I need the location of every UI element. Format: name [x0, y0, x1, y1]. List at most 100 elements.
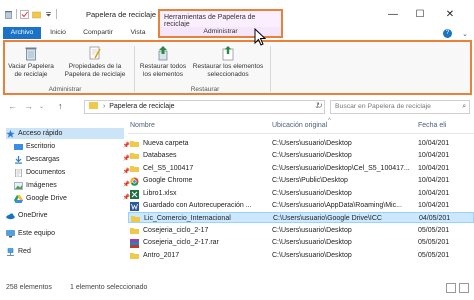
nav-item-documentos[interactable]: Documentos 📌 — [14, 167, 132, 178]
properties-check-icon[interactable] — [20, 9, 29, 19]
restore-all-button[interactable]: Restaurar todos los elementos — [137, 45, 189, 78]
tab-archivo[interactable]: Archivo — [3, 27, 41, 39]
back-arrow-icon[interactable]: ← — [8, 101, 17, 111]
selection-count: 1 elemento seleccionado — [70, 284, 148, 291]
breadcrumb[interactable]: Papelera de reciclaje — [109, 103, 174, 110]
nav-item-imagenes[interactable]: Imágenes 📌 — [14, 180, 132, 191]
nav-item-descargas[interactable]: Descargas 📌 — [14, 154, 132, 165]
file-location: C:\Users\usuario\Google Drive\ICC — [273, 215, 382, 223]
file-row[interactable]: Libro1.xlsx C:\Users\usuario\Desktop 10/04… — [128, 188, 474, 199]
group-label-restaurar: Restaurar — [190, 86, 220, 93]
header-divider — [128, 133, 474, 134]
expand-ribbon-chevron-icon[interactable]: ⌄ — [462, 30, 468, 38]
close-button[interactable]: ✕ — [443, 9, 457, 20]
column-header-name[interactable]: Nombre — [130, 120, 155, 132]
empty-recycle-bin-button[interactable]: Vaciar Papelera de reciclaje — [7, 45, 55, 78]
tab-compartir[interactable]: Compartir — [77, 27, 119, 39]
nav-item-escritorio[interactable]: Escritorio 📌 — [14, 141, 132, 152]
star-icon — [6, 129, 15, 138]
restore-selected-label: Restaurar los elementos seleccionados — [192, 63, 264, 78]
file-name: Nueva carpeta — [143, 140, 189, 147]
folder-icon — [130, 152, 139, 160]
file-date: 10/04/201 — [418, 140, 450, 147]
file-row[interactable]: Google Chrome C:\Users\Public\Desktop 10/0… — [128, 175, 474, 186]
file-row[interactable]: Cosejeria_ciclo_2-17.rar C:\Users\usuario… — [128, 237, 474, 249]
maximize-button[interactable]: ☐ — [413, 9, 427, 20]
qat-separator-2 — [56, 9, 57, 19]
folder-icon — [130, 227, 139, 234]
ribbon-group-separator — [134, 46, 135, 92]
forward-arrow-icon[interactable]: → — [24, 101, 33, 111]
file-row[interactable]: Databases C:\Users\usuario\Desktop 10/04/2… — [128, 150, 474, 161]
file-name: Lic_Comercio_Internacional — [144, 215, 231, 223]
recycle-bin-properties-button[interactable]: Propiedades de la Papelera de reciclaje — [59, 45, 131, 78]
file-location: C:\Users\usuario\Desktop — [272, 152, 352, 160]
details-view-icon[interactable] — [446, 283, 456, 293]
file-location: C:\Users\Public\Desktop — [272, 177, 348, 185]
file-row[interactable]: Cosejeria_ciclo_2-17 C:\Users\usuario\Des… — [128, 225, 474, 236]
recycle-bin-properties-label: Propiedades de la Papelera de reciclaje — [64, 63, 126, 78]
group-label-administrar: Administrar — [48, 86, 82, 93]
mouse-cursor-icon — [254, 27, 267, 48]
network-icon — [6, 247, 15, 256]
file-date: 04/05/201 — [419, 215, 451, 223]
pictures-icon — [14, 181, 23, 190]
file-row[interactable]: Cel_S5_100417 C:\Users\usuario\Desktop\Ce… — [128, 163, 474, 174]
onedrive-icon — [6, 212, 15, 220]
file-name: Databases — [143, 152, 177, 160]
recycle-bin-small-icon — [89, 102, 98, 109]
folder-icon — [130, 140, 139, 147]
file-date: 10/04/201 — [418, 152, 450, 160]
column-header-date[interactable]: Fecha eli — [418, 120, 446, 132]
nav-label: Google Drive — [26, 195, 67, 202]
file-location: C:\Users\usuario\Desktop — [272, 226, 352, 234]
nav-item-quick-access[interactable]: Acceso rápido — [6, 128, 124, 139]
folder-icon — [131, 215, 140, 223]
breadcrumb-chevron-icon[interactable]: › — [103, 103, 107, 110]
new-folder-icon[interactable] — [32, 10, 41, 19]
search-icon[interactable]: ⌕ — [462, 101, 466, 113]
file-name: Cel_S5_100417 — [143, 164, 194, 172]
refresh-icon[interactable]: ↻ — [316, 101, 323, 110]
column-header-location[interactable]: Ubicación original — [272, 120, 327, 132]
customize-qat-chevron-icon[interactable] — [44, 10, 53, 19]
restore-all-label: Restaurar todos los elementos — [139, 63, 187, 78]
navigation-pane: Acceso rápido Escritorio 📌 Descargas 📌 D… — [0, 118, 130, 278]
desktop-icon — [14, 143, 23, 151]
file-row[interactable]: Antro_2017 C:\Users\usuario\Desktop 05/05/… — [128, 250, 474, 261]
up-arrow-icon[interactable]: ↑ — [58, 101, 63, 111]
search-placeholder: Buscar en Papelera de reciclaje — [335, 103, 431, 110]
file-row[interactable]: Guardado con Autorecuperación ... C:\User… — [128, 200, 474, 211]
item-count: 258 elementos — [6, 284, 52, 291]
file-row[interactable]: Nueva carpeta C:\Users\usuario\Desktop 10/… — [128, 138, 474, 149]
file-name: Cosejeria_ciclo_2-17 — [143, 226, 209, 234]
address-bar[interactable]: › Papelera de reciclaje ⌄ — [84, 100, 325, 114]
nav-item-red[interactable]: Red — [6, 246, 124, 257]
tab-inicio[interactable]: Inicio — [44, 27, 72, 39]
google-drive-icon — [14, 194, 23, 203]
properties-icon — [87, 45, 103, 61]
excel-icon — [130, 189, 139, 199]
nav-item-onedrive[interactable]: OneDrive — [6, 210, 124, 221]
help-icon[interactable]: ? — [443, 29, 452, 38]
address-row: ← → ⌄ ↑ › Papelera de reciclaje ⌄ ↻ Busc… — [0, 99, 474, 115]
file-row[interactable]: Lic_Comercio_Internacional C:\Users\usuar… — [128, 212, 474, 224]
nav-item-google-drive[interactable]: Google Drive 📌 — [14, 193, 132, 204]
tab-vista[interactable]: Vista — [124, 27, 152, 39]
restore-selected-button[interactable]: Restaurar los elementos seleccionados — [189, 45, 267, 78]
sort-up-chevron-icon: ^ — [328, 118, 331, 124]
file-location: C:\Users\usuario\Desktop — [272, 239, 352, 247]
minimize-button[interactable]: — — [386, 9, 400, 20]
empty-recycle-bin-icon — [23, 45, 39, 61]
restore-all-icon — [155, 45, 171, 61]
rar-icon — [130, 239, 139, 249]
file-location: C:\Users\usuario\Desktop — [272, 189, 352, 197]
quick-access-toolbar — [4, 9, 57, 19]
large-icons-view-icon[interactable] — [459, 283, 469, 293]
nav-label: Documentos — [26, 169, 66, 176]
recent-locations-chevron-icon[interactable]: ⌄ — [39, 103, 44, 110]
file-name: Libro1.xlsx — [143, 189, 177, 197]
nav-label: Descargas — [26, 156, 60, 163]
nav-item-este-equipo[interactable]: Este equipo — [6, 228, 124, 239]
search-input[interactable]: Buscar en Papelera de reciclaje ⌕ — [330, 100, 470, 114]
